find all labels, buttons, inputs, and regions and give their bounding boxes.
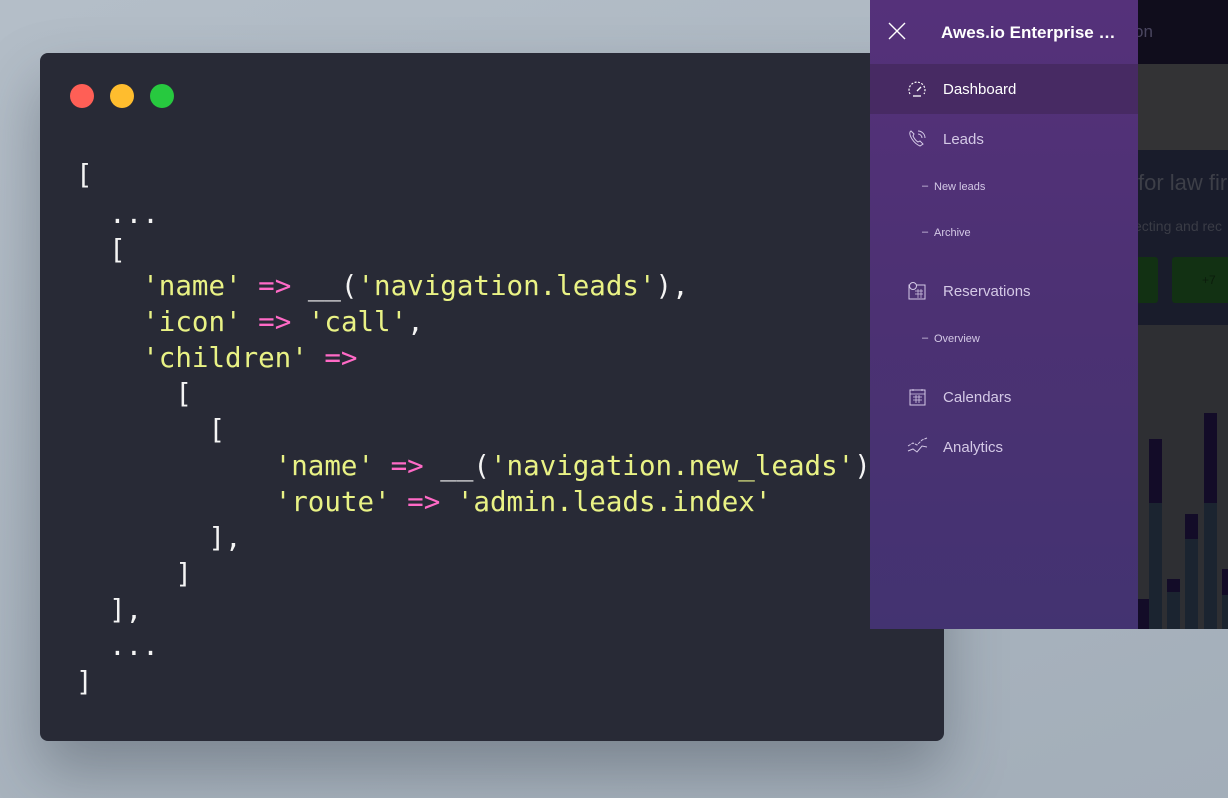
code-line: [ [76, 232, 887, 268]
code-line: 'children' => [76, 340, 887, 376]
background-hero-title: for law fir [1138, 170, 1228, 195]
code-line: ], [76, 520, 887, 556]
code-punctuation: ... [76, 630, 159, 662]
code-line: ... [76, 628, 887, 664]
code-operator: => [324, 342, 358, 374]
code-operator: => [258, 306, 292, 338]
code-line: ], [76, 592, 887, 628]
code-string: 'admin.leads.index' [456, 486, 772, 518]
sidebar-subitem-label: Overview [934, 333, 980, 345]
code-line: 'icon' => 'call', [76, 304, 887, 340]
code-punctuation: ), [655, 270, 689, 302]
code-line: ] [76, 556, 887, 592]
background-banner [1138, 64, 1228, 150]
sidebar-subitem-overview[interactable]: – Overview [870, 316, 1138, 362]
background-header-text: on [1138, 22, 1153, 41]
background-button [1138, 257, 1158, 303]
code-punctuation [76, 306, 142, 338]
code-punctuation: ... [76, 198, 159, 230]
code-block: [ ... [ 'name' => __('navigation.leads')… [76, 157, 887, 700]
window-minimize-button[interactable] [110, 84, 134, 108]
dash-icon: – [922, 180, 929, 192]
sidebar-item-label: Reservations [943, 282, 1031, 300]
code-line: ... [76, 196, 887, 232]
code-punctuation [440, 486, 457, 518]
code-punctuation [76, 342, 142, 374]
code-string: 'children' [142, 342, 308, 374]
code-punctuation: __( [423, 450, 490, 482]
background-call-button: +7 [1172, 257, 1228, 303]
sidebar-subitem-new-leads[interactable]: – New leads [870, 164, 1138, 210]
sidebar-subitem-label: New leads [934, 181, 986, 193]
code-line: [ [76, 412, 887, 448]
sidebar: Awes.io Enterprise Edition Dashboard Lea… [870, 0, 1138, 629]
sidebar-item-label: Calendars [943, 388, 1012, 406]
code-punctuation [308, 342, 325, 374]
code-punctuation [76, 486, 275, 518]
code-punctuation: [ [76, 234, 126, 266]
code-punctuation [391, 486, 408, 518]
code-line: 'route' => 'admin.leads.index' [76, 484, 887, 520]
sidebar-item-reservations[interactable]: Reservations [870, 266, 1138, 316]
sidebar-item-leads[interactable]: Leads [870, 114, 1138, 164]
calendar-clock-icon [908, 282, 926, 300]
sidebar-subitem-archive[interactable]: – Archive [870, 210, 1138, 256]
code-string: 'name' [274, 450, 375, 482]
sidebar-item-dashboard[interactable]: Dashboard [870, 64, 1138, 114]
speedometer-icon [908, 81, 926, 97]
code-line: [ [76, 157, 887, 193]
code-punctuation: [ [76, 414, 226, 446]
code-operator: => [407, 486, 441, 518]
sidebar-item-label: Leads [943, 130, 984, 148]
code-punctuation [374, 450, 391, 482]
code-punctuation: ], [76, 594, 143, 626]
window-maximize-button[interactable] [150, 84, 174, 108]
code-string: 'navigation.new_leads' [489, 450, 855, 482]
background-header: on [1138, 0, 1228, 64]
code-string: 'navigation.leads' [357, 270, 656, 302]
background-hero-subtitle: ecting and rec [1138, 218, 1222, 234]
sidebar-item-analytics[interactable]: Analytics [870, 422, 1138, 472]
trend-lines-icon [907, 437, 928, 453]
background-chart [1138, 325, 1228, 629]
code-string: 'call' [307, 306, 408, 338]
calendar-icon [909, 389, 926, 406]
code-punctuation: [ [76, 378, 192, 410]
code-punctuation [242, 270, 259, 302]
window-close-button[interactable] [70, 84, 94, 108]
code-line: 'name' => __('navigation.new_leads'), [76, 448, 888, 484]
dash-icon: – [922, 332, 929, 344]
code-string: 'icon' [142, 306, 242, 338]
sidebar-item-label: Dashboard [943, 80, 1017, 98]
app-title: Awes.io Enterprise Edition [941, 23, 1121, 42]
code-punctuation: ] [76, 558, 192, 590]
code-window: [ ... [ 'name' => __('navigation.leads')… [40, 53, 944, 741]
sidebar-subitem-label: Archive [934, 227, 971, 239]
code-punctuation [76, 270, 142, 302]
phone-call-icon [909, 130, 926, 147]
sidebar-item-label: Analytics [943, 438, 1004, 456]
code-punctuation: __( [291, 270, 358, 302]
code-line: [ [76, 376, 887, 412]
dash-icon: – [922, 226, 929, 238]
code-punctuation [291, 306, 308, 338]
code-punctuation: , [407, 306, 424, 338]
code-punctuation: ], [76, 522, 242, 554]
background-app: on for law fir ecting and rec +7 [1138, 0, 1228, 629]
code-punctuation [242, 306, 259, 338]
code-punctuation [76, 450, 275, 482]
sidebar-header: Awes.io Enterprise Edition [870, 0, 1138, 64]
code-operator: => [390, 450, 424, 482]
code-line: ] [76, 664, 887, 700]
code-string: 'route' [274, 486, 391, 518]
code-punctuation: ] [76, 666, 93, 698]
code-string: 'name' [142, 270, 242, 302]
code-line: 'name' => __('navigation.leads'), [76, 268, 887, 304]
code-punctuation: [ [76, 159, 93, 191]
sidebar-item-calendars[interactable]: Calendars [870, 372, 1138, 422]
close-icon[interactable] [888, 22, 906, 40]
background-button-text: +7 [1202, 273, 1216, 287]
code-operator: => [258, 270, 292, 302]
